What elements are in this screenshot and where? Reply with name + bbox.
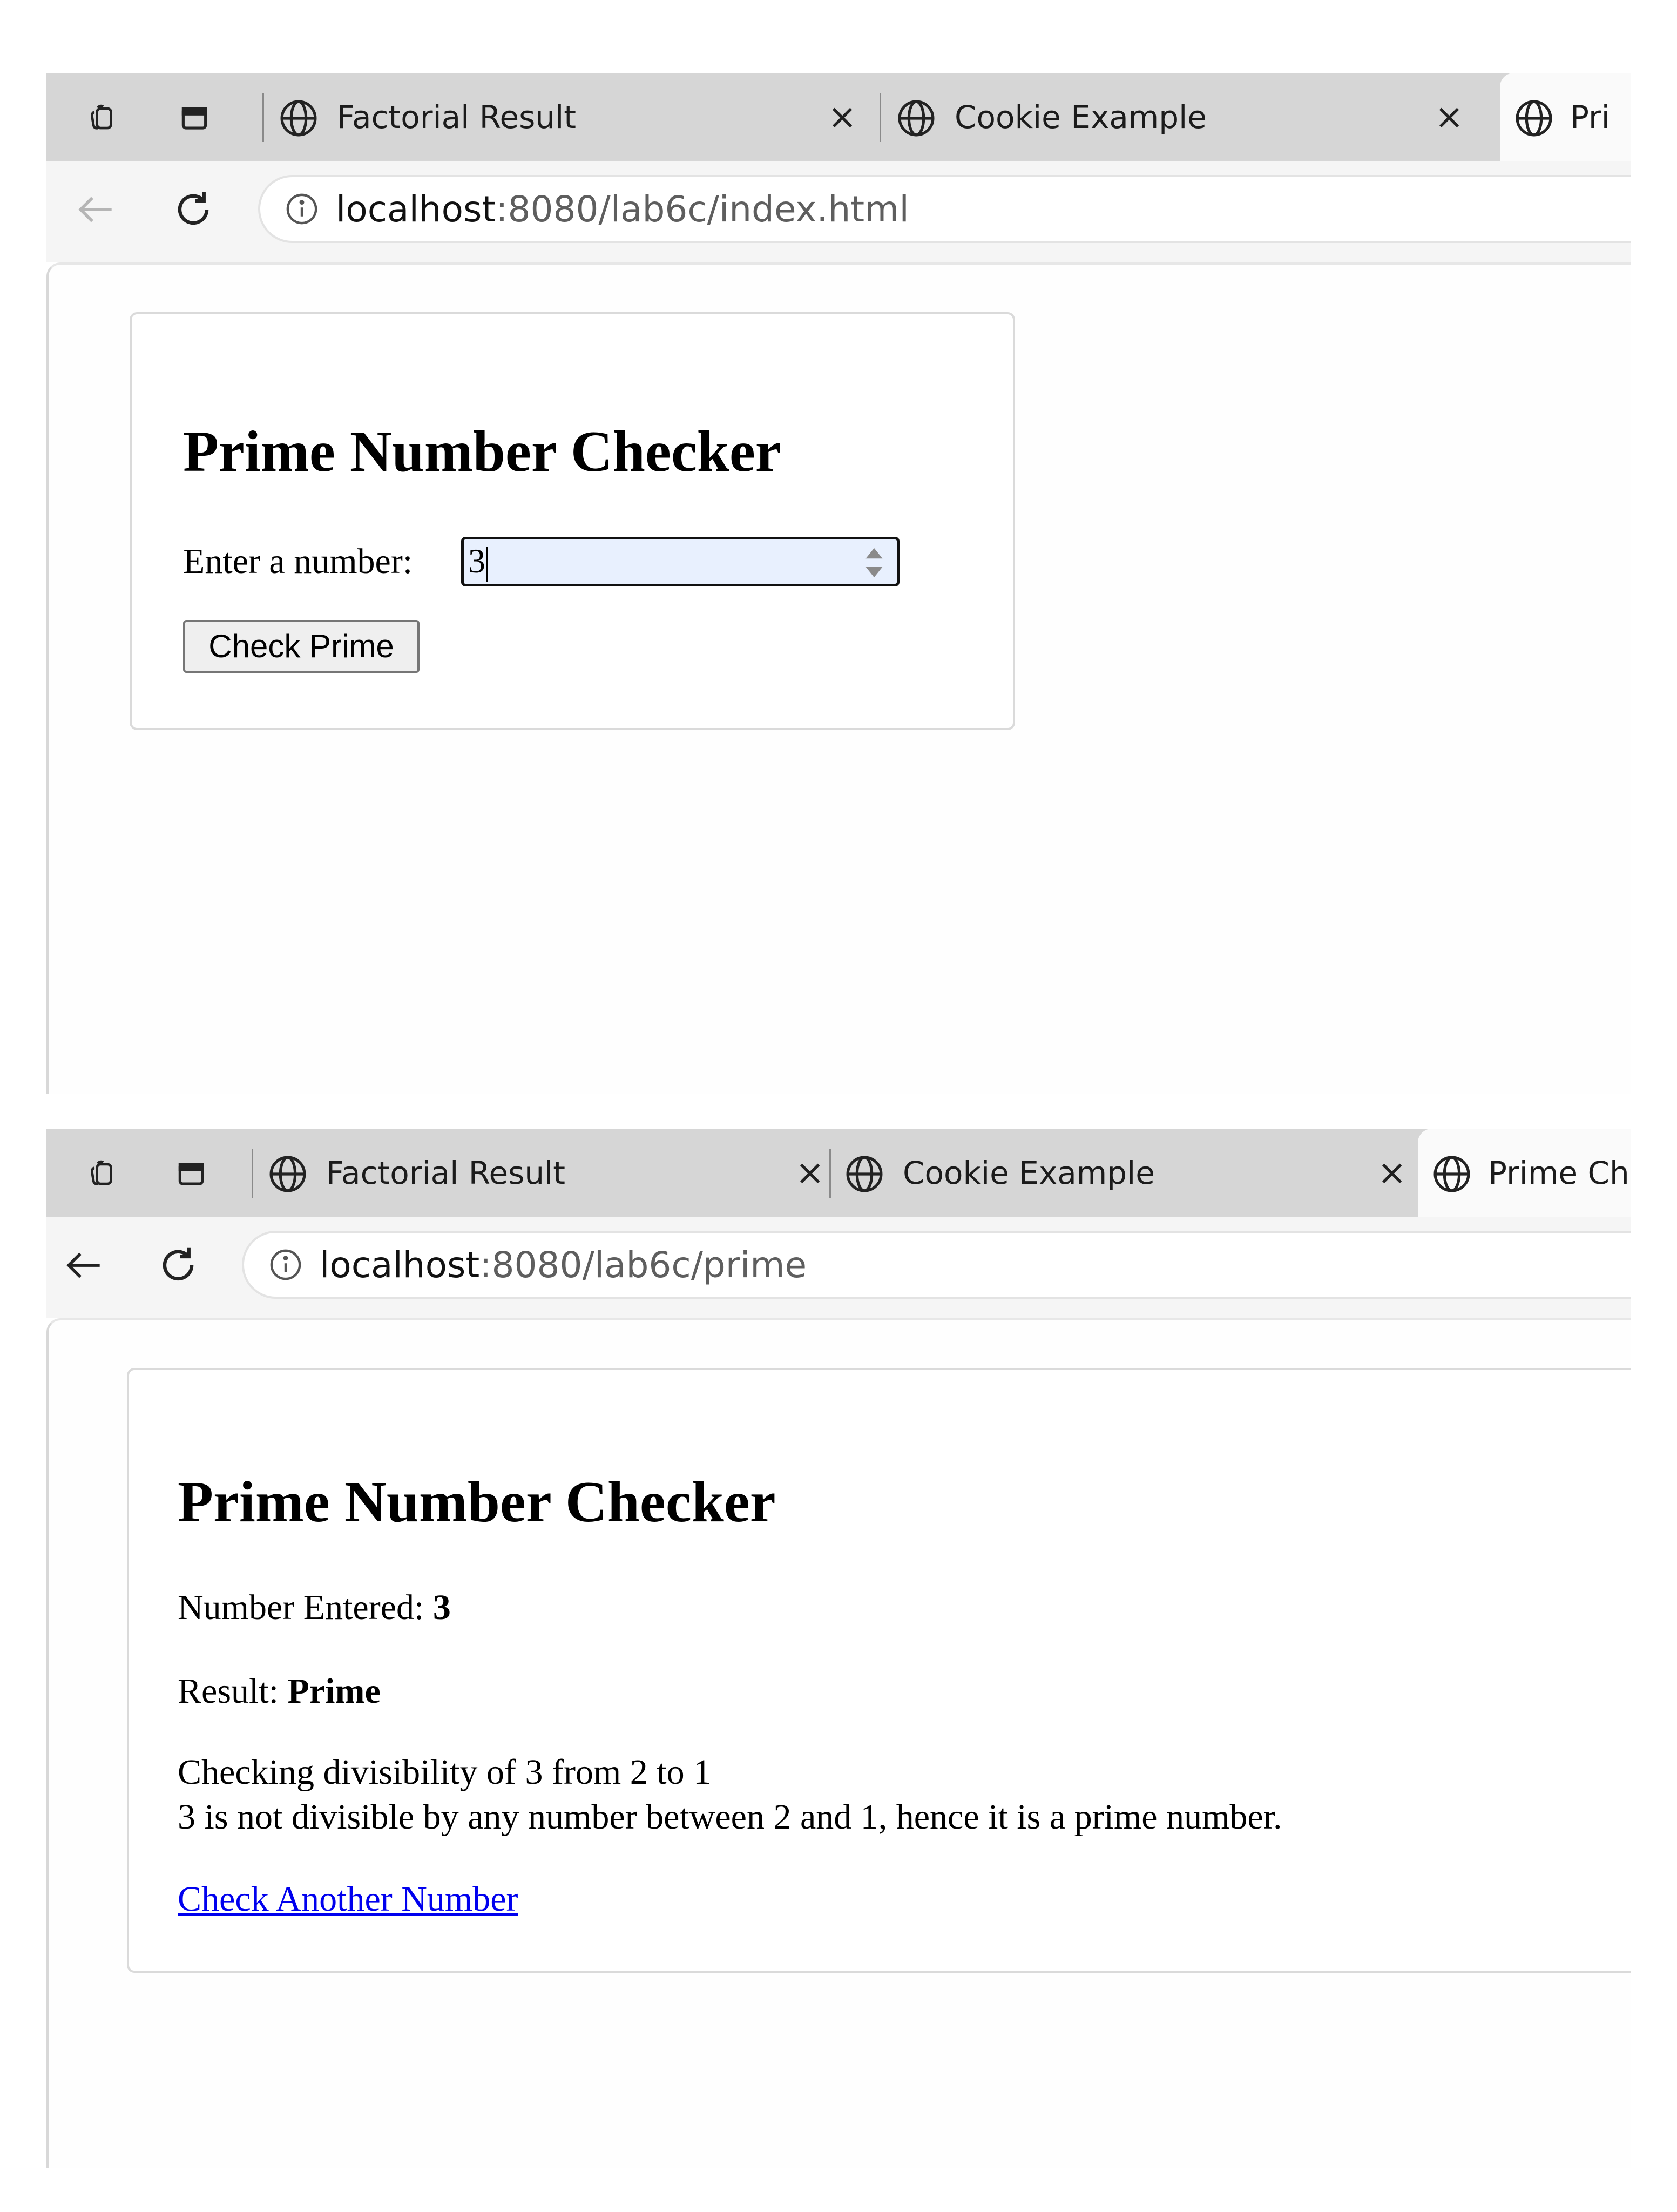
tab-close-button[interactable]: × xyxy=(790,1151,829,1195)
tab-title: Factorial Result xyxy=(337,99,576,136)
globe-icon xyxy=(1433,1156,1470,1192)
tab-close-button[interactable]: × xyxy=(823,96,862,139)
tab-factorial-result[interactable]: Factorial Result × xyxy=(261,1129,861,1217)
back-button[interactable] xyxy=(69,183,123,237)
tab-cookie-example[interactable]: Cookie Example × xyxy=(838,1129,1437,1217)
number-input[interactable]: 3 xyxy=(461,537,900,586)
number-entered-label: Number Entered: xyxy=(178,1588,424,1627)
tab-title: Factorial Result xyxy=(326,1155,565,1191)
tab-title: Cookie Example xyxy=(903,1155,1155,1191)
info-icon[interactable] xyxy=(284,191,320,227)
url-host: localhost xyxy=(320,1244,480,1286)
result-line: Result: Prime xyxy=(178,1670,381,1713)
tab-prime-active[interactable]: Pri xyxy=(1500,73,1631,161)
tab-close-button[interactable]: × xyxy=(1430,96,1469,139)
refresh-icon xyxy=(163,1247,194,1281)
url-host: localhost xyxy=(336,188,496,230)
back-button[interactable] xyxy=(57,1238,111,1292)
globe-icon xyxy=(1516,100,1552,137)
workspaces-icon[interactable] xyxy=(83,1155,122,1193)
workspaces-icon[interactable] xyxy=(83,99,122,138)
divisibility-detail-line-1: Checking divisibility of 3 from 2 to 1 xyxy=(178,1752,712,1792)
url-path: :8080/lab6c/prime xyxy=(479,1244,807,1286)
browser-window-index: Factorial Result × Cookie Example × Pri … xyxy=(46,73,1631,1094)
back-arrow-icon xyxy=(66,1252,100,1278)
number-input-value: 3 xyxy=(468,542,485,580)
tab-bar: Factorial Result × Cookie Example × Prim… xyxy=(46,1129,1631,1217)
url-path: :8080/lab6c/index.html xyxy=(496,188,909,230)
number-entered-line: Number Entered: 3 xyxy=(178,1586,451,1629)
tab-separator xyxy=(252,1149,253,1198)
tab-factorial-result[interactable]: Factorial Result × xyxy=(272,73,893,161)
check-another-number-link[interactable]: Check Another Number xyxy=(178,1878,518,1921)
page-viewport: Prime Number Checker Enter a number: 3 C… xyxy=(46,262,1631,1094)
page-title: Prime Number Checker xyxy=(178,1470,776,1534)
checker-form-card: Prime Number Checker Enter a number: 3 C… xyxy=(130,312,1015,730)
page-title: Prime Number Checker xyxy=(183,420,781,484)
address-bar-row: localhost:8080/lab6c/index.html xyxy=(46,161,1631,262)
globe-icon xyxy=(898,100,935,137)
number-entered-value: 3 xyxy=(432,1588,451,1627)
info-icon[interactable] xyxy=(268,1247,303,1283)
divisibility-detail-line-2: 3 is not divisible by any number between… xyxy=(178,1797,1282,1837)
page-viewport: Prime Number Checker Number Entered: 3 R… xyxy=(46,1318,1631,2168)
result-value: Prime xyxy=(287,1671,381,1711)
check-prime-button[interactable]: Check Prime xyxy=(183,620,420,673)
address-bar[interactable]: localhost:8080/lab6c/index.html xyxy=(258,175,1631,243)
tab-bar: Factorial Result × Cookie Example × Pri xyxy=(46,73,1631,161)
back-arrow-icon xyxy=(78,197,112,222)
tab-separator xyxy=(880,93,881,142)
number-input-label: Enter a number: xyxy=(183,542,413,581)
globe-icon xyxy=(846,1156,883,1192)
tab-title: Prime Che xyxy=(1488,1155,1631,1191)
tab-prime-active[interactable]: Prime Che xyxy=(1418,1129,1631,1217)
url-text[interactable]: localhost:8080/lab6c/prime xyxy=(320,1243,807,1288)
refresh-button[interactable] xyxy=(166,183,220,237)
address-bar[interactable]: localhost:8080/lab6c/prime xyxy=(242,1231,1631,1299)
text-caret xyxy=(486,547,488,583)
result-card: Prime Number Checker Number Entered: 3 R… xyxy=(127,1368,1631,1973)
tab-cookie-example[interactable]: Cookie Example × xyxy=(890,73,1511,161)
tab-close-button[interactable]: × xyxy=(1372,1151,1411,1195)
tab-actions-icon[interactable] xyxy=(175,99,214,138)
refresh-button[interactable] xyxy=(151,1238,205,1292)
tab-separator xyxy=(262,93,264,142)
tab-separator xyxy=(829,1149,831,1198)
tab-actions-icon[interactable] xyxy=(172,1155,211,1193)
globe-icon xyxy=(269,1156,306,1192)
globe-icon xyxy=(280,100,317,137)
address-bar-row: localhost:8080/lab6c/prime xyxy=(46,1217,1631,1318)
tab-title: Pri xyxy=(1570,99,1610,136)
refresh-icon xyxy=(178,192,209,225)
url-text[interactable]: localhost:8080/lab6c/index.html xyxy=(336,187,909,232)
tab-title: Cookie Example xyxy=(955,99,1207,136)
spinner-arrows-icon[interactable] xyxy=(863,546,885,579)
result-label: Result: xyxy=(178,1671,279,1711)
browser-window-prime-result: Factorial Result × Cookie Example × Prim… xyxy=(46,1129,1631,2168)
